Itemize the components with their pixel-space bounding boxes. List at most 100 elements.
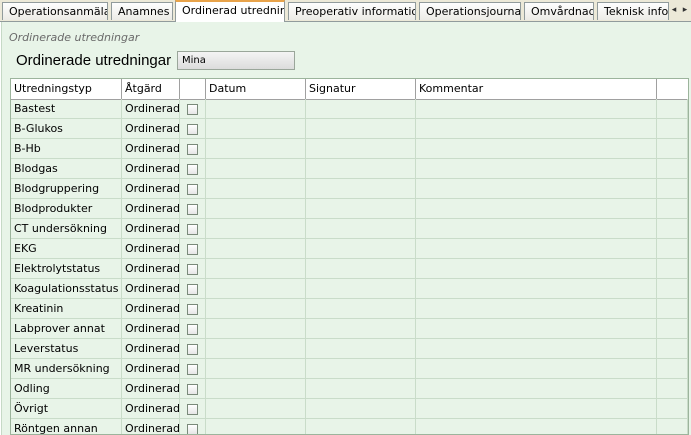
row-checkbox[interactable] xyxy=(187,304,198,315)
cell-atgard[interactable]: Ordinerad xyxy=(122,219,180,239)
cell-datum[interactable] xyxy=(206,219,306,239)
cell-signatur[interactable] xyxy=(306,399,416,419)
cell-atgard[interactable]: Ordinerad xyxy=(122,299,180,319)
table-row[interactable]: EKG Ordinerad xyxy=(11,239,688,259)
cell-signatur[interactable] xyxy=(306,419,416,434)
cell-extra[interactable] xyxy=(657,399,688,419)
cell-datum[interactable] xyxy=(206,199,306,219)
row-checkbox[interactable] xyxy=(187,224,198,235)
cell-atgard[interactable]: Ordinerad xyxy=(122,419,180,434)
cell-utredningstyp[interactable]: MR undersökning xyxy=(11,359,122,379)
cell-atgard[interactable]: Ordinerad xyxy=(122,159,180,179)
cell-kommentar[interactable] xyxy=(416,139,657,159)
cell-kommentar[interactable] xyxy=(416,119,657,139)
row-checkbox[interactable] xyxy=(187,184,198,195)
cell-signatur[interactable] xyxy=(306,339,416,359)
column-header-signatur[interactable]: Signatur xyxy=(306,79,416,99)
cell-datum[interactable] xyxy=(206,399,306,419)
cell-kommentar[interactable] xyxy=(416,379,657,399)
cell-kommentar[interactable] xyxy=(416,359,657,379)
cell-utredningstyp[interactable]: Röntgen annan xyxy=(11,419,122,434)
table-row[interactable]: Kreatinin Ordinerad xyxy=(11,299,688,319)
cell-kommentar[interactable] xyxy=(416,279,657,299)
row-checkbox[interactable] xyxy=(187,164,198,175)
cell-atgard[interactable]: Ordinerad xyxy=(122,119,180,139)
cell-signatur[interactable] xyxy=(306,199,416,219)
table-row[interactable]: Bastest Ordinerad xyxy=(11,99,688,119)
row-checkbox[interactable] xyxy=(187,144,198,155)
cell-datum[interactable] xyxy=(206,159,306,179)
cell-utredningstyp[interactable]: CT undersökning xyxy=(11,219,122,239)
table-row[interactable]: B-Hb Ordinerad xyxy=(11,139,688,159)
row-checkbox[interactable] xyxy=(187,244,198,255)
cell-kommentar[interactable] xyxy=(416,259,657,279)
row-checkbox[interactable] xyxy=(187,324,198,335)
column-header-utredningstyp[interactable]: Utredningstyp xyxy=(11,79,122,99)
cell-datum[interactable] xyxy=(206,299,306,319)
cell-utredningstyp[interactable]: B-Glukos xyxy=(11,119,122,139)
tab-anamnes[interactable]: Anamnes xyxy=(111,2,173,20)
cell-datum[interactable] xyxy=(206,339,306,359)
row-checkbox[interactable] xyxy=(187,124,198,135)
row-checkbox[interactable] xyxy=(187,404,198,415)
cell-datum[interactable] xyxy=(206,179,306,199)
table-row[interactable]: Blodprodukter Ordinerad xyxy=(11,199,688,219)
cell-extra[interactable] xyxy=(657,339,688,359)
cell-kommentar[interactable] xyxy=(416,219,657,239)
table-row[interactable]: Elektrolytstatus Ordinerad xyxy=(11,259,688,279)
cell-extra[interactable] xyxy=(657,259,688,279)
cell-extra[interactable] xyxy=(657,279,688,299)
table-row[interactable]: Leverstatus Ordinerad xyxy=(11,339,688,359)
cell-utredningstyp[interactable]: Elektrolytstatus xyxy=(11,259,122,279)
cell-atgard[interactable]: Ordinerad xyxy=(122,139,180,159)
cell-extra[interactable] xyxy=(657,199,688,219)
cell-utredningstyp[interactable]: Blodprodukter xyxy=(11,199,122,219)
cell-utredningstyp[interactable]: Kreatinin xyxy=(11,299,122,319)
cell-extra[interactable] xyxy=(657,359,688,379)
cell-datum[interactable] xyxy=(206,259,306,279)
row-checkbox[interactable] xyxy=(187,204,198,215)
cell-signatur[interactable] xyxy=(306,239,416,259)
cell-extra[interactable] xyxy=(657,419,688,434)
tab-teknisk-info[interactable]: Teknisk info xyxy=(597,2,669,20)
cell-signatur[interactable] xyxy=(306,379,416,399)
cell-kommentar[interactable] xyxy=(416,159,657,179)
cell-kommentar[interactable] xyxy=(416,319,657,339)
cell-kommentar[interactable] xyxy=(416,339,657,359)
tab-operationsjournal[interactable]: Operationsjournal xyxy=(419,2,521,20)
table-row[interactable]: Labprover annat Ordinerad xyxy=(11,319,688,339)
tab-ordinerad-utredning[interactable]: Ordinerad utredning xyxy=(175,0,285,22)
column-header-kommentar[interactable]: Kommentar xyxy=(416,79,657,99)
cell-utredningstyp[interactable]: Blodgas xyxy=(11,159,122,179)
cell-atgard[interactable]: Ordinerad xyxy=(122,239,180,259)
cell-utredningstyp[interactable]: Odling xyxy=(11,379,122,399)
cell-extra[interactable] xyxy=(657,179,688,199)
cell-atgard[interactable]: Ordinerad xyxy=(122,199,180,219)
cell-extra[interactable] xyxy=(657,299,688,319)
table-row[interactable]: Blodgruppering Ordinerad xyxy=(11,179,688,199)
cell-atgard[interactable]: Ordinerad xyxy=(122,99,180,119)
cell-signatur[interactable] xyxy=(306,159,416,179)
cell-utredningstyp[interactable]: Bastest xyxy=(11,99,122,119)
cell-atgard[interactable]: Ordinerad xyxy=(122,339,180,359)
cell-extra[interactable] xyxy=(657,319,688,339)
cell-extra[interactable] xyxy=(657,99,688,119)
scroll-right-icon[interactable]: ▸ xyxy=(679,3,691,17)
cell-datum[interactable] xyxy=(206,279,306,299)
cell-kommentar[interactable] xyxy=(416,199,657,219)
row-checkbox[interactable] xyxy=(187,384,198,395)
cell-kommentar[interactable] xyxy=(416,179,657,199)
cell-utredningstyp[interactable]: Leverstatus xyxy=(11,339,122,359)
row-checkbox[interactable] xyxy=(187,364,198,375)
cell-signatur[interactable] xyxy=(306,139,416,159)
cell-utredningstyp[interactable]: B-Hb xyxy=(11,139,122,159)
table-row[interactable]: Koagulationsstatus Ordinerad xyxy=(11,279,688,299)
cell-datum[interactable] xyxy=(206,139,306,159)
cell-kommentar[interactable] xyxy=(416,419,657,434)
cell-atgard[interactable]: Ordinerad xyxy=(122,319,180,339)
cell-extra[interactable] xyxy=(657,119,688,139)
table-row[interactable]: Övrigt Ordinerad xyxy=(11,399,688,419)
table-row[interactable]: Odling Ordinerad xyxy=(11,379,688,399)
cell-extra[interactable] xyxy=(657,159,688,179)
cell-kommentar[interactable] xyxy=(416,99,657,119)
